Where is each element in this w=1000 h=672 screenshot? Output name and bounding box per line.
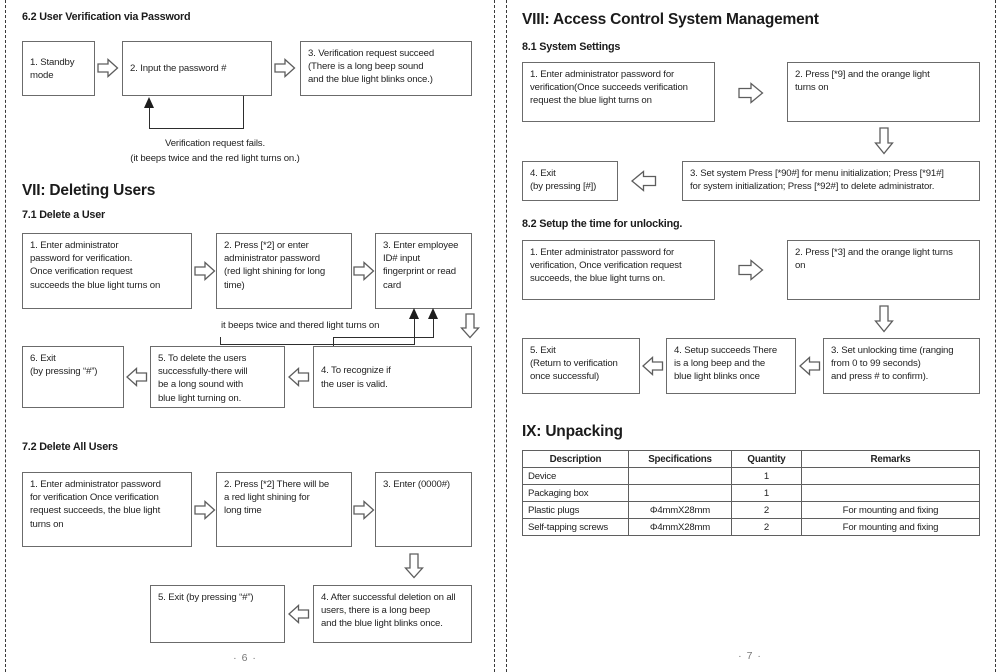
flow62-box-2: 2. Input the password # [122,41,272,96]
flow82-box-4: 4. Setup succeeds There is a long beep an… [666,338,796,394]
arrow-right-62-2 [274,58,296,78]
heading-vii: VII: Deleting Users [22,182,156,199]
arrow-down-81 [873,127,895,155]
cell-remarks: For mounting and fixing [801,518,980,536]
arrow-right-71-2 [353,261,375,281]
table-row: Packaging box 1 [522,484,980,502]
cell-quantity: 2 [731,501,802,519]
cell-specifications: Φ4mmX28mm [628,501,732,519]
flow71-box-1: 1. Enter administrator password for verif… [22,233,192,309]
arrow-right-62-1 [97,58,119,78]
flow82-box-2: 2. Press [*3] and the orange light turns… [787,240,980,300]
cell-description: Packaging box [522,484,629,502]
cell-specifications [628,467,732,485]
heading-6-2: 6.2 User Verification via Password [22,11,191,23]
loop71-line-b-across [333,337,434,339]
heading-ix: IX: Unpacking [522,423,623,440]
cell-description: Plastic plugs [522,501,629,519]
flow81-box-2: 2. Press [*9] and the orange light turns … [787,62,980,122]
cell-description: Self-tapping screws [522,518,629,536]
arrow-left-71-1 [126,367,148,387]
table-header-description: Description [522,450,629,468]
flow71-box-3: 3. Enter employee ID# input fingerprint or… [375,233,472,309]
loop62-line-up [149,107,151,129]
flow72-box-2: 2. Press [*2] There will be a red light s… [216,472,352,547]
loop62-line-down [243,96,245,129]
flow72-box-4: 4. After successful deletion on all users… [313,585,472,643]
arrow-right-71-1 [194,261,216,281]
loop71-arrowhead-a [409,308,419,319]
flow82-box-3: 3. Set unlocking time (ranging from 0 to … [823,338,980,394]
arrow-right-72-2 [353,500,375,520]
heading-8-2: 8.2 Setup the time for unlocking. [522,218,683,230]
flow82-box-1: 1. Enter administrator password for verif… [522,240,715,300]
cell-description: Device [522,467,629,485]
cell-quantity: 1 [731,484,802,502]
flow72-box-5: 5. Exit (by pressing “#”) [150,585,285,643]
manual-page-right: VIII: Access Control System Management 8… [500,0,1000,672]
heading-7-2: 7.2 Delete All Users [22,441,118,453]
loop62-label-line1: Verification request fails. [165,138,265,149]
loop71-arrowhead-b [428,308,438,319]
table-row: Plastic plugs Φ4mmX28mm 2 For mounting a… [522,501,980,519]
cell-specifications: Φ4mmX28mm [628,518,732,536]
arrow-left-71-2 [288,367,310,387]
loop71-line-a-up [414,318,416,345]
loop62-label-line2: (it beeps twice and the red light turns … [130,153,300,164]
table-header-row: Description Specifications Quantity Rema… [522,450,980,468]
arrow-left-82-1 [642,356,664,376]
cell-remarks: For mounting and fixing [801,501,980,519]
page-number-left: · 6 · [233,652,257,664]
loop71-line-b-down [333,338,335,346]
arrow-down-71 [460,313,480,339]
flow71-box-5: 5. To delete the users successfully-there… [150,346,285,408]
cell-quantity: 1 [731,467,802,485]
arrow-right-82 [738,259,764,281]
table-header-specifications: Specifications [628,450,732,468]
loop62-arrowhead [144,97,154,108]
loop62-line-across [149,128,244,130]
heading-8-1: 8.1 System Settings [522,41,621,53]
cell-remarks [801,467,980,485]
cell-remarks [801,484,980,502]
arrow-right-81 [738,82,764,104]
page-number-right: · 7 · [738,650,762,662]
table-row: Device 1 [522,467,980,485]
heading-viii: VIII: Access Control System Management [522,11,819,28]
flow72-box-1: 1. Enter administrator password for verif… [22,472,192,547]
unpacking-table: Description Specifications Quantity Rema… [522,450,980,536]
flow62-box-1: 1. Standby mode [22,41,95,96]
table-row: Self-tapping screws Φ4mmX28mm 2 For moun… [522,518,980,536]
loop71-label: it beeps twice and thered light turns on [221,320,380,331]
table-header-remarks: Remarks [801,450,980,468]
cell-specifications [628,484,732,502]
flow71-box-6: 6. Exit (by pressing “#”) [22,346,124,408]
flow62-box-3: 3. Verification request succeed (There is… [300,41,472,96]
arrow-left-82-2 [799,356,821,376]
flow81-box-3: 3. Set system Press [*90#] for menu init… [682,161,980,201]
flow82-box-5: 5. Exit (Return to verification once succe… [522,338,640,394]
arrow-down-72 [404,553,424,579]
cell-quantity: 2 [731,518,802,536]
heading-7-1: 7.1 Delete a User [22,209,106,221]
flow71-box-4: 4. To recognize if the user is valid. [313,346,472,408]
loop71-line-b-up [433,318,435,338]
arrow-left-72 [288,604,310,624]
arrow-right-72-1 [194,500,216,520]
flow71-box-2: 2. Press [*2] or enter administrator pass… [216,233,352,309]
flow81-box-4: 4. Exit (by pressing [#]) [522,161,618,201]
table-header-quantity: Quantity [731,450,802,468]
flow81-box-1: 1. Enter administrator password for verif… [522,62,715,122]
arrow-left-81 [630,170,657,192]
arrow-down-82 [873,305,895,333]
flow72-box-3: 3. Enter (0000#) [375,472,472,547]
manual-page-left: 6.2 User Verification via Password 1. St… [0,0,500,672]
